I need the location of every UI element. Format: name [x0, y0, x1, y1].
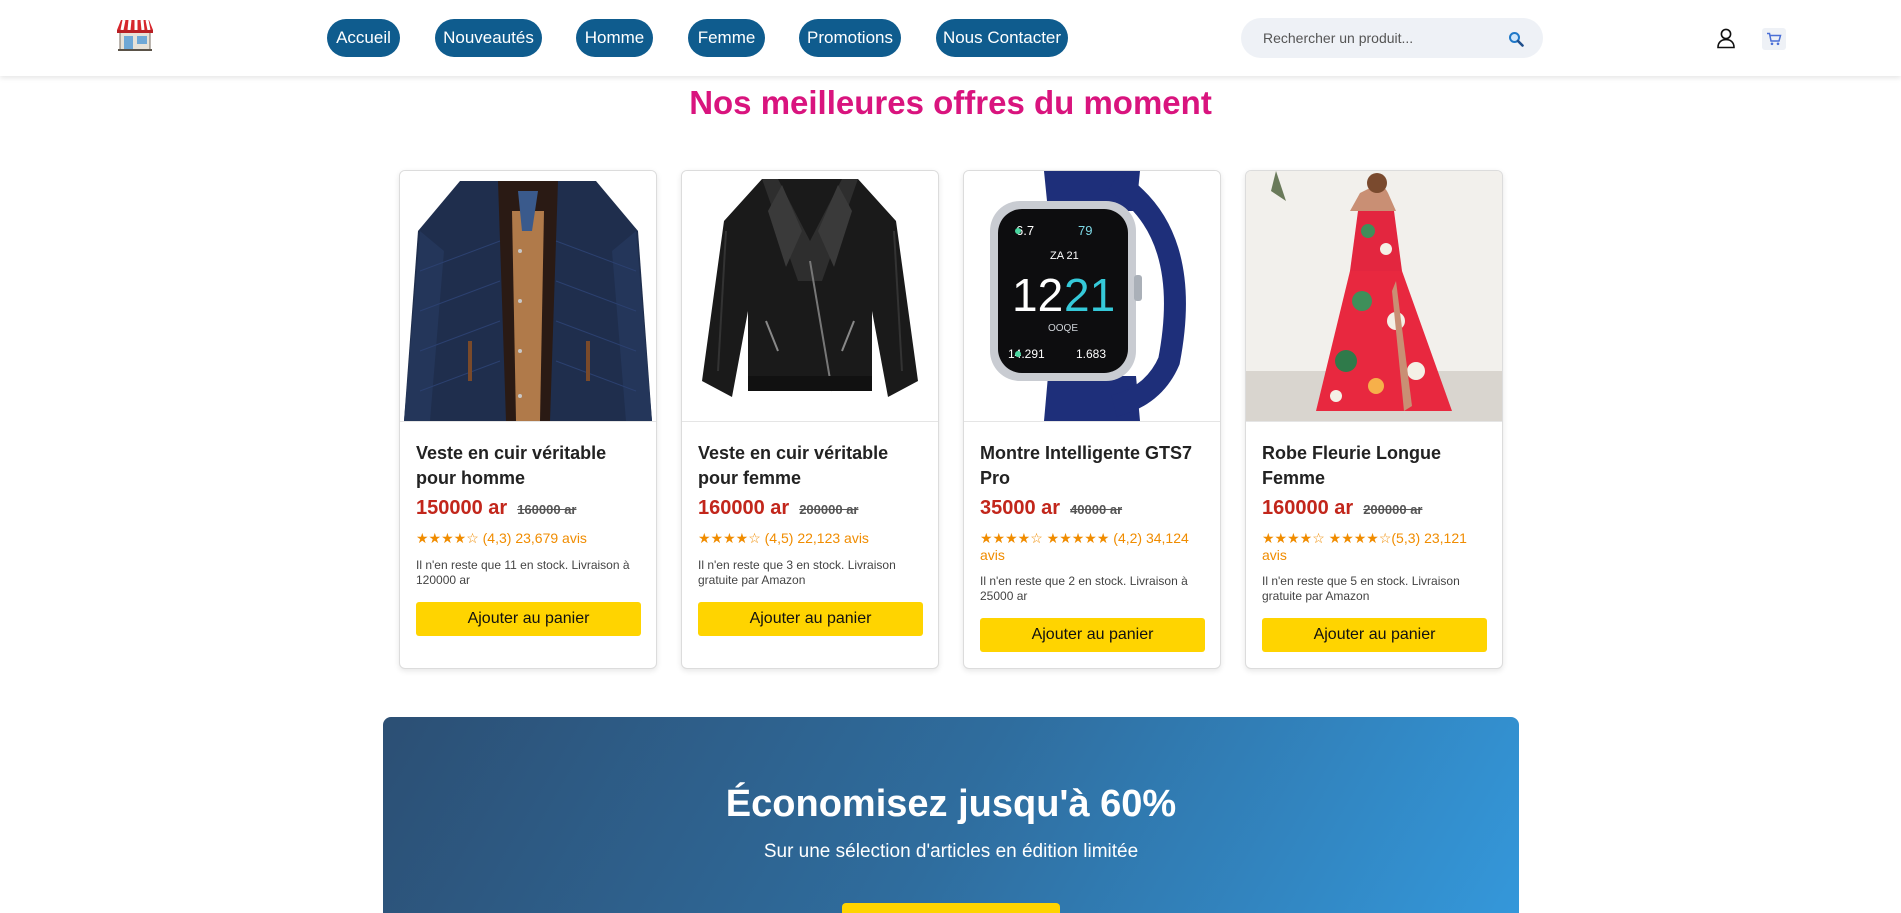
price-row: 160000 ar 200000 ar [698, 497, 928, 520]
add-to-cart-button[interactable]: Ajouter au panier [698, 602, 923, 636]
product-rating: ★★★★☆ ★★★★☆(5,3) 23,121 avis [1262, 530, 1467, 563]
promo-title: Économisez jusqu'à 60% [725, 783, 1177, 825]
product-image[interactable] [682, 171, 938, 421]
promo-cta-button[interactable] [842, 903, 1060, 913]
shop-logo-icon[interactable] [116, 18, 154, 52]
nav-nous-contacter[interactable]: Nous Contacter [936, 19, 1068, 57]
product-stock: Il n'en reste que 11 en stock. Livraison… [416, 558, 630, 587]
svg-text:12: 12 [1012, 269, 1063, 321]
search-input[interactable] [1263, 28, 1503, 48]
nav-accueil[interactable]: Accueil [327, 19, 400, 57]
product-old-price: 200000 ar [799, 502, 859, 517]
site-header: Accueil Nouveautés Homme Femme Promotion… [0, 0, 1901, 76]
user-icon[interactable] [1715, 27, 1737, 49]
product-stock: Il n'en reste que 5 en stock. Livraison … [1262, 574, 1460, 603]
product-stock: Il n'en reste que 3 en stock. Livraison … [698, 558, 896, 587]
product-price: 150000 ar [416, 497, 508, 519]
card-divider [400, 421, 656, 422]
price-row: 150000 ar 160000 ar [416, 497, 646, 520]
product-stock: Il n'en reste que 2 en stock. Livraison … [980, 574, 1188, 603]
product-image[interactable] [400, 171, 656, 421]
svg-text:14.291: 14.291 [1008, 347, 1045, 361]
product-card: Robe Fleurie Longue Femme 160000 ar 20000… [1245, 170, 1503, 669]
product-old-price: 200000 ar [1363, 502, 1423, 517]
svg-text:ZA 21: ZA 21 [1050, 250, 1079, 262]
product-card: 6.7 79 ZA 21 12 21 OOQE 14.291 1.683 Mon… [963, 170, 1221, 669]
price-row: 35000 ar 40000 ar [980, 497, 1210, 520]
search-bar [1241, 18, 1543, 58]
product-title[interactable]: Robe Fleurie Longue Femme [1262, 441, 1488, 491]
product-rating: ★★★★☆ ★★★★★ (4,2) 34,124 avis [980, 530, 1189, 563]
price-row: 160000 ar 200000 ar [1262, 497, 1492, 520]
product-rating: ★★★★☆ (4,5) 22,123 avis [698, 530, 869, 546]
product-title[interactable]: Montre Intelligente GTS7 Pro [980, 441, 1206, 491]
product-old-price: 40000 ar [1070, 502, 1123, 517]
search-icon[interactable] [1508, 31, 1524, 47]
product-rating: ★★★★☆ (4,3) 23,679 avis [416, 530, 587, 546]
product-image[interactable] [1246, 171, 1502, 421]
nav-femme[interactable]: Femme [688, 19, 765, 57]
nav-homme[interactable]: Homme [576, 19, 653, 57]
promo-banner: Économisez jusqu'à 60% Sur une sélection… [383, 717, 1519, 913]
product-price: 160000 ar [698, 497, 790, 519]
card-divider [964, 421, 1220, 422]
card-divider [1246, 421, 1502, 422]
product-title[interactable]: Veste en cuir véritable pour homme [416, 441, 642, 491]
product-price: 35000 ar [980, 497, 1061, 519]
product-old-price: 160000 ar [517, 502, 577, 517]
product-image[interactable]: 6.7 79 ZA 21 12 21 OOQE 14.291 1.683 [964, 171, 1220, 421]
nav-promotions[interactable]: Promotions [799, 19, 901, 57]
svg-text:1.683: 1.683 [1076, 347, 1106, 361]
cart-button[interactable] [1762, 28, 1786, 50]
svg-text:OOQE: OOQE [1048, 323, 1078, 334]
add-to-cart-button[interactable]: Ajouter au panier [1262, 618, 1487, 652]
svg-text:79: 79 [1078, 223, 1092, 238]
cart-icon [1766, 32, 1782, 46]
promo-subtitle: Sur une sélection d'articles en édition … [763, 841, 1139, 862]
add-to-cart-button[interactable]: Ajouter au panier [980, 618, 1205, 652]
card-divider [682, 421, 938, 422]
product-price: 160000 ar [1262, 497, 1354, 519]
section-title: Nos meilleures offres du moment [689, 84, 1212, 121]
add-to-cart-button[interactable]: Ajouter au panier [416, 602, 641, 636]
product-card: Veste en cuir véritable pour femme 16000… [681, 170, 939, 669]
nav-nouveautes[interactable]: Nouveautés [435, 19, 542, 57]
svg-text:21: 21 [1064, 269, 1115, 321]
product-title[interactable]: Veste en cuir véritable pour femme [698, 441, 924, 491]
product-card: Veste en cuir véritable pour homme 15000… [399, 170, 657, 669]
